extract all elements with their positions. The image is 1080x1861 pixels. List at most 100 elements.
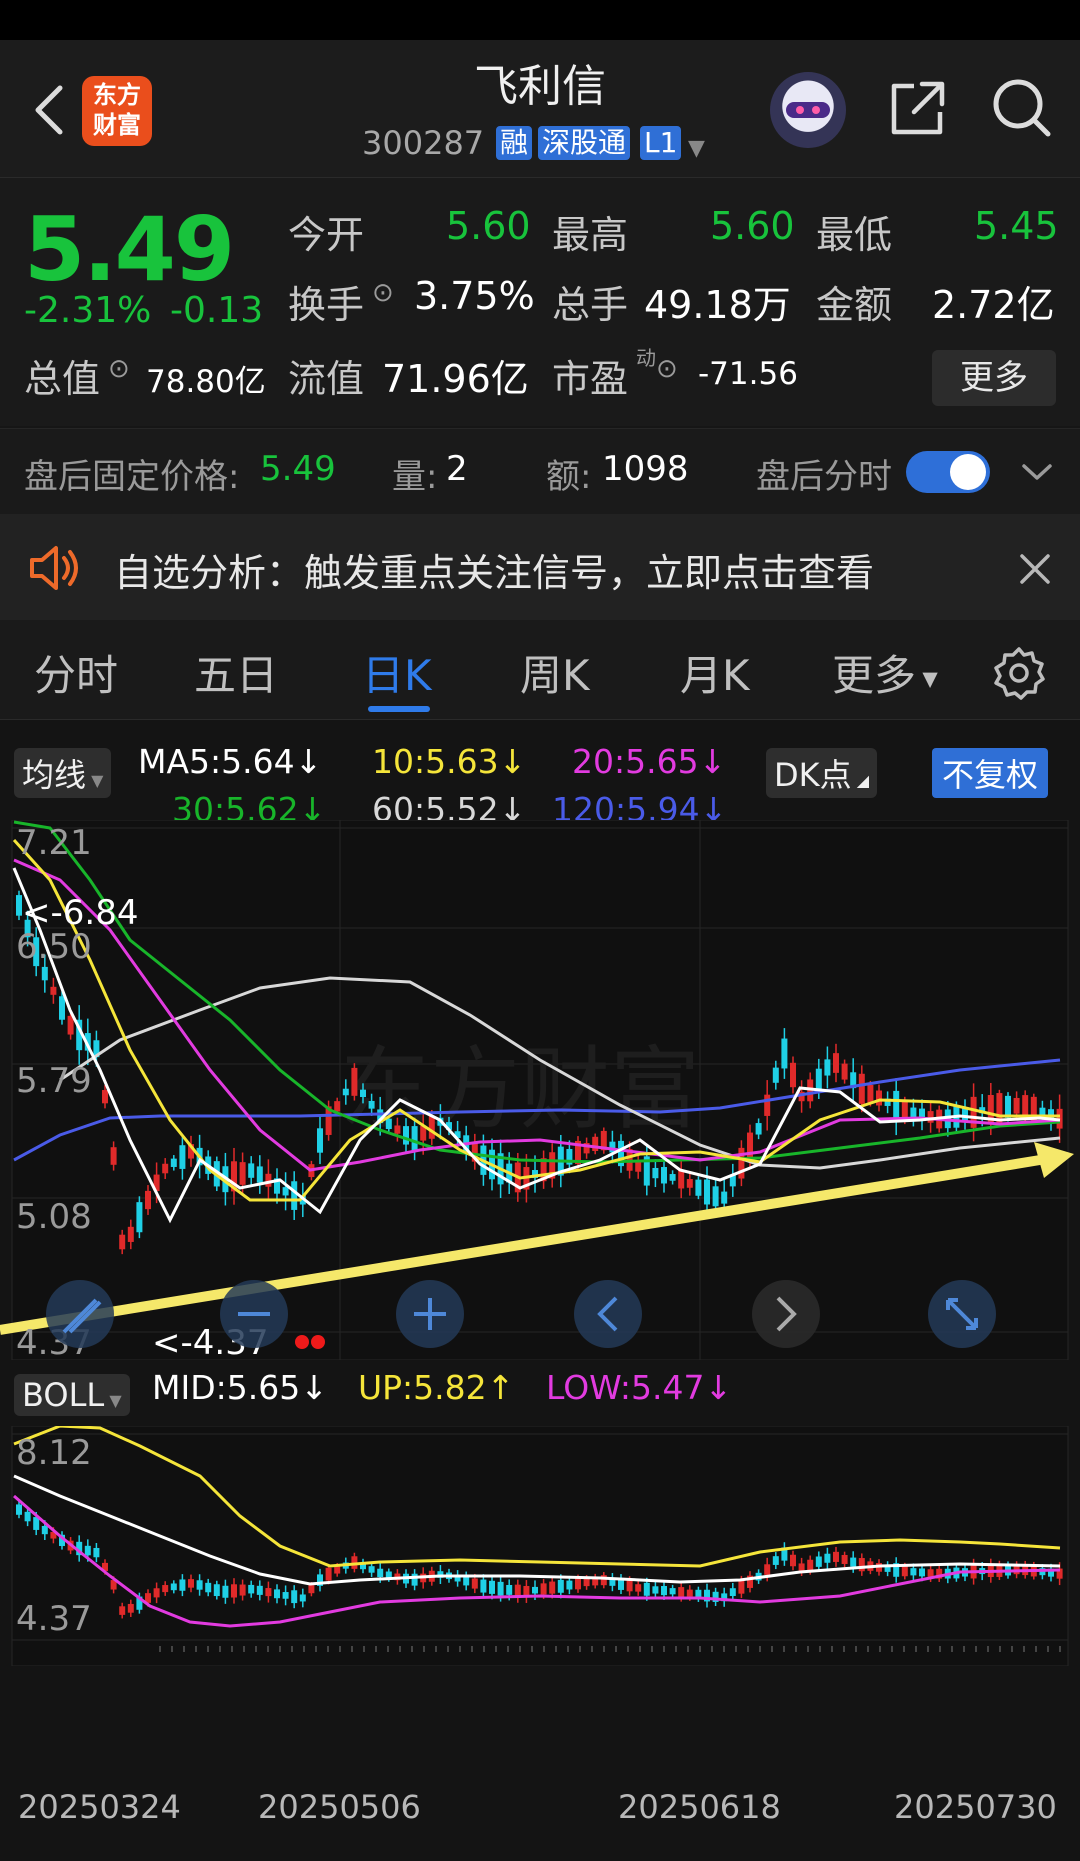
candle-body	[334, 1101, 341, 1112]
candle-body	[566, 1580, 573, 1590]
header: 东方 财富 飞利信 300287 融 深股通 L1 ▼	[0, 40, 1080, 178]
candle-body	[643, 1582, 650, 1596]
candle-body	[919, 1568, 925, 1577]
candle-body	[480, 1579, 487, 1593]
kline-chart[interactable]: 东方财富 7.21 6.50 5.79 5.08 4.37 <-6.84 <-4…	[0, 820, 1080, 1360]
candle-body	[239, 1162, 246, 1185]
boll-chart[interactable]: 8.12 4.37	[0, 1426, 1080, 1666]
event-dot[interactable]	[311, 1335, 325, 1349]
candle-body	[815, 1556, 822, 1567]
candle-body	[274, 1589, 280, 1599]
share-icon[interactable]	[886, 78, 948, 140]
assistant-robot-icon[interactable]	[770, 72, 846, 148]
kline-chart-area[interactable]: 均线 ▼ MA5:5.64↓ 10:5.63↓ 20:5.65↓ 30:5.62…	[0, 720, 1080, 1861]
pen-icon[interactable]	[46, 1280, 114, 1348]
high-label: 最高	[552, 213, 629, 257]
indicator-selector[interactable]: 均线 ▼	[14, 748, 112, 798]
close-icon[interactable]	[1018, 552, 1052, 586]
candle-body	[179, 1579, 186, 1591]
candle-body	[170, 1158, 177, 1167]
tab-daily-k[interactable]: 日K	[362, 642, 432, 703]
candle-body	[927, 1569, 934, 1577]
minus-icon[interactable]	[220, 1280, 288, 1348]
tab-five-day[interactable]: 五日	[194, 642, 278, 703]
volume-value: 49.18万	[644, 283, 791, 327]
tab-intraday[interactable]: 分时	[34, 642, 118, 703]
back-icon[interactable]	[22, 80, 82, 140]
candle-body	[815, 1068, 822, 1090]
turnover-value: 3.75%	[414, 274, 535, 318]
candle-body	[93, 1547, 100, 1558]
candle-body	[790, 1062, 796, 1088]
candle-body	[231, 1584, 237, 1598]
candle-body	[712, 1186, 719, 1207]
more-button[interactable]: 更多	[932, 350, 1056, 406]
plus-icon[interactable]	[396, 1280, 464, 1348]
candle-body	[41, 966, 48, 981]
candle-body	[747, 1132, 753, 1160]
event-dot[interactable]	[295, 1335, 309, 1349]
alert-banner[interactable]: 自选分析：触发重点关注信号，立即点击查看	[0, 514, 1080, 620]
candle-body	[497, 1581, 504, 1596]
candle-body	[282, 1187, 289, 1196]
candle-body	[652, 1586, 659, 1594]
expand-icon[interactable]	[928, 1280, 996, 1348]
candle-body	[686, 1179, 693, 1188]
candle-body	[540, 1583, 547, 1595]
amount-label: 金额	[816, 283, 893, 327]
boll-selector[interactable]: BOLL ▼	[14, 1374, 130, 1416]
ma5-value: MA5:5.64↓	[138, 742, 323, 781]
chevron-down-icon[interactable]: ▼	[688, 136, 705, 161]
candle-body	[127, 1603, 134, 1613]
tab-monthly-k[interactable]: 月K	[680, 642, 750, 703]
candle-body	[695, 1179, 702, 1196]
candle-body	[136, 1202, 143, 1233]
info-icon[interactable]: ⊙	[372, 278, 394, 308]
banner-text[interactable]: 自选分析：触发重点关注信号，立即点击查看	[114, 542, 874, 597]
chevron-down-icon[interactable]	[1020, 457, 1054, 487]
candle-body	[1013, 1097, 1020, 1114]
candle-body	[428, 1116, 435, 1139]
x-axis-label: 20250506	[258, 1788, 421, 1826]
candle-body	[755, 1123, 762, 1135]
tab-weekly-k[interactable]: 周K	[520, 642, 590, 703]
tab-more[interactable]: 更多 ▼	[832, 642, 938, 703]
gear-icon[interactable]	[992, 646, 1046, 700]
boll-mid: MID:5.65↓	[152, 1368, 328, 1407]
candle-body	[351, 1067, 358, 1096]
badge-level: L1	[640, 126, 682, 160]
app-logo[interactable]: 东方 财富	[82, 76, 152, 146]
candle-body	[265, 1588, 272, 1597]
candle-body	[635, 1161, 642, 1172]
search-icon[interactable]	[990, 76, 1054, 140]
candle-body	[291, 1181, 298, 1210]
candle-body	[308, 1585, 315, 1594]
candle-body	[291, 1590, 298, 1604]
chevron-left-icon[interactable]	[574, 1280, 642, 1348]
dk-point-button[interactable]: DK点 ◢	[766, 748, 878, 798]
candle-body	[549, 1581, 556, 1594]
after-hours-toggle[interactable]	[906, 451, 990, 493]
adjust-button[interactable]: 不复权	[932, 748, 1049, 798]
candle-body	[557, 1579, 564, 1593]
candle-body	[867, 1084, 874, 1103]
candle-body	[729, 1588, 736, 1597]
chevron-right-icon[interactable]	[752, 1280, 820, 1348]
after-price-label: 盘后固定价格:	[24, 457, 240, 497]
candle-body	[781, 1038, 788, 1069]
stock-name: 飞利信	[474, 61, 606, 112]
candle-body	[661, 1167, 667, 1184]
candle-body	[669, 1588, 676, 1595]
boll-y-label: 8.12	[16, 1433, 92, 1473]
candle-body	[179, 1145, 186, 1169]
info-icon[interactable]: ⊙	[656, 354, 678, 384]
candle-body	[317, 1128, 323, 1153]
candle-body	[824, 1059, 831, 1076]
candle-body	[532, 1586, 538, 1594]
high-value: 5.60	[710, 204, 795, 248]
candle-body	[764, 1094, 771, 1116]
status-bar	[0, 0, 1080, 40]
candle-body	[798, 1563, 805, 1571]
info-icon[interactable]: ⊙	[108, 354, 130, 384]
candle-body	[626, 1580, 633, 1592]
